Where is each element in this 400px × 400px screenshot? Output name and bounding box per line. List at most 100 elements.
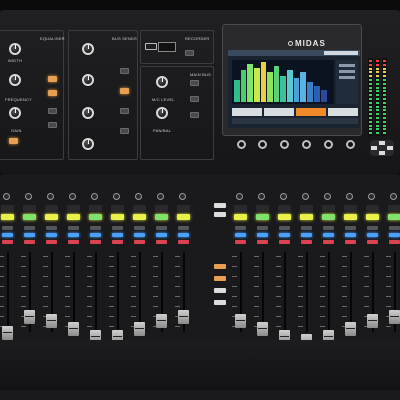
- screen-encoder-2[interactable]: [258, 140, 267, 149]
- rec-button[interactable]: [90, 240, 101, 244]
- select-button[interactable]: [23, 214, 36, 220]
- select-button[interactable]: [1, 214, 14, 220]
- mute-button[interactable]: [2, 226, 13, 230]
- rec-button[interactable]: [156, 240, 167, 244]
- select-button[interactable]: [67, 214, 80, 220]
- rec-button[interactable]: [257, 240, 268, 244]
- eq-low-button[interactable]: [48, 122, 57, 128]
- solo-button[interactable]: [345, 233, 356, 237]
- bus-sends-button-3[interactable]: [120, 108, 129, 114]
- center-button[interactable]: [214, 203, 226, 208]
- bus-send-2-knob[interactable]: [82, 74, 94, 86]
- solo-button[interactable]: [156, 233, 167, 237]
- fader-cap[interactable]: [46, 314, 57, 328]
- mute-button[interactable]: [68, 226, 79, 230]
- eq-width-knob[interactable]: [9, 43, 21, 55]
- gain-knob[interactable]: [179, 193, 186, 200]
- center-button[interactable]: [214, 264, 226, 269]
- gain-knob[interactable]: [91, 193, 98, 200]
- bus-sends-button-4[interactable]: [120, 128, 129, 134]
- solo-button[interactable]: [178, 233, 189, 237]
- screen-encoder-6[interactable]: [346, 140, 355, 149]
- gain-knob[interactable]: [25, 193, 32, 200]
- main-bus-button-3[interactable]: [190, 112, 199, 118]
- screen-encoder-4[interactable]: [302, 140, 311, 149]
- mute-button[interactable]: [46, 226, 57, 230]
- select-button[interactable]: [344, 214, 357, 220]
- recorder-button[interactable]: [185, 50, 194, 56]
- nav-button-cluster-icon[interactable]: [370, 140, 394, 156]
- select-button[interactable]: [111, 214, 124, 220]
- rec-button[interactable]: [345, 240, 356, 244]
- select-button[interactable]: [278, 214, 291, 220]
- bus-sends-button-1[interactable]: [120, 68, 129, 74]
- fader-cap[interactable]: [2, 326, 13, 340]
- bus-send-4-knob[interactable]: [82, 138, 94, 150]
- fader-cap[interactable]: [389, 310, 400, 324]
- rec-button[interactable]: [24, 240, 35, 244]
- fader-cap[interactable]: [178, 310, 189, 324]
- eq-button[interactable]: [9, 138, 18, 144]
- solo-button[interactable]: [90, 233, 101, 237]
- rec-button[interactable]: [235, 240, 246, 244]
- gain-knob[interactable]: [236, 193, 243, 200]
- fader-cap[interactable]: [235, 314, 246, 328]
- mute-button[interactable]: [24, 226, 35, 230]
- fader-cap[interactable]: [68, 322, 79, 336]
- mute-button[interactable]: [279, 226, 290, 230]
- eq-high-button[interactable]: [48, 76, 57, 82]
- gain-knob[interactable]: [280, 193, 287, 200]
- mute-button[interactable]: [301, 226, 312, 230]
- screen-encoder-1[interactable]: [237, 140, 246, 149]
- solo-button[interactable]: [389, 233, 400, 237]
- gain-knob[interactable]: [390, 193, 397, 200]
- center-button[interactable]: [214, 300, 226, 305]
- rec-button[interactable]: [134, 240, 145, 244]
- eq-gain-knob[interactable]: [9, 107, 21, 119]
- eq-frequency-knob[interactable]: [9, 74, 21, 86]
- mute-button[interactable]: [134, 226, 145, 230]
- solo-button[interactable]: [68, 233, 79, 237]
- screen-encoder-5[interactable]: [324, 140, 333, 149]
- solo-button[interactable]: [367, 233, 378, 237]
- center-button[interactable]: [214, 276, 226, 281]
- select-button[interactable]: [89, 214, 102, 220]
- screen-encoder-3[interactable]: [280, 140, 289, 149]
- nav-down-button[interactable]: [379, 151, 385, 155]
- nav-left-button[interactable]: [371, 146, 377, 150]
- mute-button[interactable]: [323, 226, 334, 230]
- eq-hi-mid-button[interactable]: [48, 90, 57, 96]
- solo-button[interactable]: [112, 233, 123, 237]
- gain-knob[interactable]: [135, 193, 142, 200]
- select-button[interactable]: [234, 214, 247, 220]
- gain-knob[interactable]: [113, 193, 120, 200]
- gain-knob[interactable]: [47, 193, 54, 200]
- rec-button[interactable]: [389, 240, 400, 244]
- mute-button[interactable]: [389, 226, 400, 230]
- center-button[interactable]: [214, 212, 226, 217]
- rec-button[interactable]: [367, 240, 378, 244]
- gain-knob[interactable]: [346, 193, 353, 200]
- rec-button[interactable]: [279, 240, 290, 244]
- fader-cap[interactable]: [134, 322, 145, 336]
- main-bus-button-1[interactable]: [190, 80, 199, 86]
- bus-send-3-knob[interactable]: [82, 107, 94, 119]
- mute-button[interactable]: [156, 226, 167, 230]
- mute-button[interactable]: [178, 226, 189, 230]
- select-button[interactable]: [177, 214, 190, 220]
- gain-knob[interactable]: [324, 193, 331, 200]
- fader-cap[interactable]: [257, 322, 268, 336]
- rec-button[interactable]: [323, 240, 334, 244]
- fader-cap[interactable]: [345, 322, 356, 336]
- bus-send-1-knob[interactable]: [82, 43, 94, 55]
- nav-right-button[interactable]: [387, 146, 393, 150]
- rec-button[interactable]: [112, 240, 123, 244]
- main-bus-button-2[interactable]: [190, 96, 199, 102]
- select-button[interactable]: [133, 214, 146, 220]
- rec-button[interactable]: [2, 240, 13, 244]
- solo-button[interactable]: [24, 233, 35, 237]
- select-button[interactable]: [300, 214, 313, 220]
- mute-button[interactable]: [367, 226, 378, 230]
- rec-button[interactable]: [46, 240, 57, 244]
- gain-knob[interactable]: [69, 193, 76, 200]
